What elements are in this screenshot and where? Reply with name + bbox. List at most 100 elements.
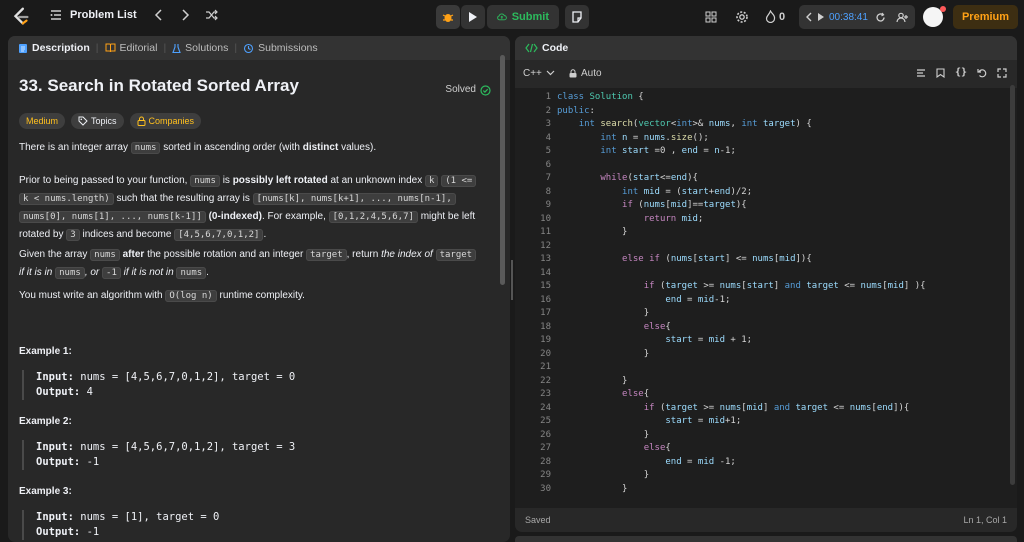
italic-text: if it is not in — [123, 267, 174, 278]
tab-description[interactable]: Description — [18, 42, 90, 54]
list-icon[interactable] — [50, 9, 62, 21]
premium-button[interactable]: Premium — [953, 5, 1018, 29]
code-text: while(start<=end){ — [600, 173, 698, 183]
code-line[interactable]: 28 end = mid -1; — [515, 456, 736, 471]
tab-submissions-label: Submissions — [258, 42, 318, 54]
code-line[interactable]: 11 } — [515, 227, 627, 241]
code-line[interactable]: 18 else{ — [515, 322, 671, 336]
description-panel: Description | Editorial | Solutions | Su… — [8, 36, 510, 542]
code-line[interactable]: 14 — [515, 268, 551, 282]
tab-solutions[interactable]: Solutions — [172, 42, 228, 54]
code-line[interactable]: 6 — [515, 160, 551, 174]
code-line[interactable]: 20 } — [515, 349, 649, 363]
chevron-left-icon[interactable] — [805, 12, 813, 22]
shuffle-icon[interactable] — [205, 9, 218, 21]
play-icon[interactable] — [817, 12, 825, 22]
code-line[interactable]: 25 start = mid+1; — [515, 416, 741, 430]
code-text: if (nums[mid]==target){ — [622, 200, 747, 210]
problem-list-link[interactable]: Problem List — [70, 9, 137, 21]
topics-badge[interactable]: Topics — [71, 113, 124, 129]
code-line[interactable]: 2 public: — [515, 106, 595, 120]
tab-editorial[interactable]: Editorial — [105, 42, 157, 54]
code-line[interactable]: 26 } — [515, 429, 649, 444]
code-line[interactable]: 15 if (target >= nums[start] and target … — [515, 281, 925, 295]
line-number: 26 — [540, 429, 551, 440]
braces-icon[interactable]: {} — [955, 67, 967, 78]
bookmark-icon[interactable] — [936, 68, 945, 81]
chevron-left-icon[interactable] — [153, 9, 165, 21]
undo-icon[interactable] — [977, 68, 987, 81]
description-paragraph-1: There is an integer array nums sorted in… — [19, 140, 491, 156]
code-line[interactable]: 23 else{ — [515, 389, 649, 403]
code-line[interactable]: 21 — [515, 362, 551, 376]
line-number: 28 — [540, 456, 551, 467]
code-line[interactable]: 16 end = mid-1; — [515, 295, 730, 309]
code-line[interactable]: 12 — [515, 241, 551, 255]
lock-icon — [569, 68, 577, 77]
language-select[interactable]: C++ — [523, 68, 555, 79]
problem-list-nav: Problem List — [50, 9, 218, 21]
leetcode-logo-icon[interactable] — [10, 6, 32, 28]
solved-status: Solved — [445, 82, 491, 98]
difficulty-badge[interactable]: Medium — [19, 113, 66, 129]
example-3-heading: Example 3: — [19, 486, 72, 497]
code-line[interactable]: 10 return mid; — [515, 214, 703, 228]
timer[interactable]: 00:38:41 — [799, 5, 915, 29]
tab-code[interactable]: Code — [525, 42, 568, 54]
line-number: 5 — [545, 146, 551, 156]
code-text: public: — [557, 105, 595, 116]
code-line[interactable]: 17 } — [515, 308, 649, 322]
inline-code: target — [306, 249, 347, 261]
code-line[interactable]: 29 } — [515, 470, 649, 484]
code-line[interactable]: 30 } — [515, 484, 627, 498]
tab-submissions[interactable]: Submissions — [243, 42, 318, 54]
debug-button[interactable] — [436, 5, 460, 29]
layout-icon[interactable] — [705, 11, 717, 23]
tab-code-label: Code — [542, 42, 569, 54]
auto-mode[interactable]: Auto — [569, 68, 602, 79]
code-line[interactable]: 19 start = mid + 1; — [515, 335, 752, 349]
example-1-block: Input: nums = [4,5,6,7,0,1,2], target = … — [22, 370, 295, 400]
code-line[interactable]: 8 int mid = (start+end)/2; — [515, 187, 753, 201]
code-line[interactable]: 5 int start =0 , end = n-1; — [515, 146, 736, 160]
format-icon[interactable] — [916, 68, 926, 81]
code-line[interactable]: 24 if (target >= nums[mid] and target <=… — [515, 402, 909, 417]
code-line[interactable]: 4 int n = nums.size(); — [515, 133, 709, 147]
chevron-right-icon[interactable] — [179, 9, 191, 21]
run-button[interactable] — [461, 5, 485, 29]
gear-icon[interactable] — [735, 10, 749, 24]
solved-label: Solved — [445, 84, 476, 95]
flask-icon — [172, 43, 181, 53]
line-number: 22 — [540, 375, 551, 386]
inline-code: target — [435, 249, 477, 261]
expand-icon[interactable] — [997, 68, 1007, 81]
add-user-icon[interactable] — [896, 12, 909, 23]
code-editor[interactable]: 1 class Solution {2 public: 3 int search(ve… — [515, 88, 1017, 508]
italic-text: the index of — [381, 249, 433, 260]
editor-scrollbar[interactable] — [1010, 85, 1015, 485]
code-line[interactable]: 1 class Solution { — [515, 92, 644, 106]
notes-button[interactable] — [565, 5, 589, 29]
timer-value: 00:38:41 — [829, 11, 868, 23]
code-line[interactable]: 27 else{ — [515, 443, 671, 457]
companies-badge[interactable]: Companies — [129, 113, 202, 129]
code-line[interactable]: 3 int search(vector<int>& nums, int targ… — [515, 119, 812, 133]
streak-counter[interactable]: 0 — [765, 10, 785, 23]
submit-button[interactable]: Submit — [487, 5, 559, 29]
book-icon — [105, 43, 115, 53]
code-line[interactable]: 13 else if (nums[start] <= nums[mid]){ — [515, 254, 812, 268]
code-line[interactable]: 9 if (nums[mid]==target){ — [515, 200, 747, 214]
description-scrollbar[interactable] — [500, 55, 505, 285]
code-toolbar: C++ Auto {} — [515, 62, 1017, 84]
panel-resize-handle[interactable] — [511, 260, 513, 300]
code-line[interactable]: 7 while(start<=end){ — [515, 173, 698, 187]
reset-icon[interactable] — [875, 12, 886, 23]
input-label: Input: — [36, 511, 74, 523]
lock-icon — [137, 116, 146, 126]
code-text: } — [557, 348, 650, 359]
code-text: return mid; — [643, 213, 704, 224]
inline-code: nums — [55, 267, 85, 279]
code-text: } — [557, 429, 650, 440]
line-number: 24 — [540, 402, 551, 413]
code-line[interactable]: 22 } — [515, 375, 627, 390]
